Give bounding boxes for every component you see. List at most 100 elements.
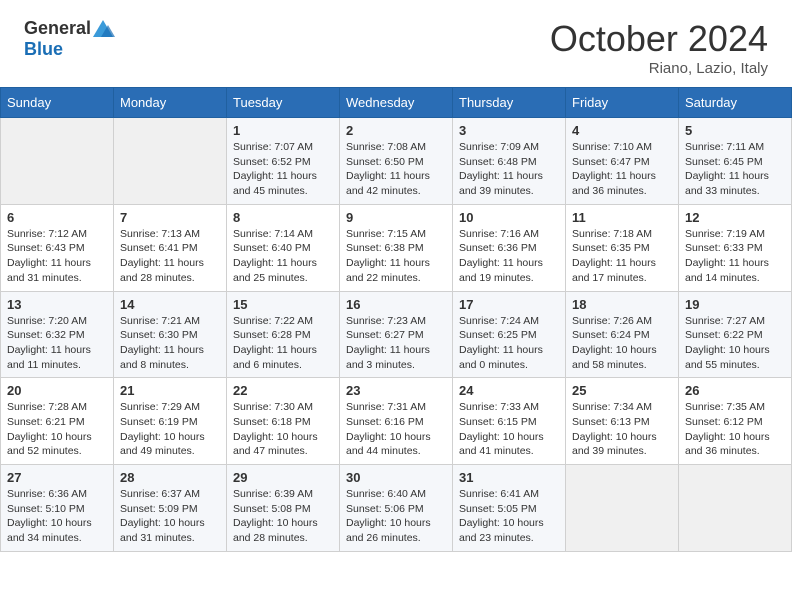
calendar-cell: 1 Sunrise: 7:07 AM Sunset: 6:52 PM Daylig…	[227, 118, 340, 205]
day-info: Sunrise: 6:40 AM Sunset: 5:06 PM Dayligh…	[346, 487, 446, 546]
calendar-cell: 8Sunrise: 7:14 AM Sunset: 6:40 PM Daylig…	[227, 204, 340, 291]
day-info: Sunrise: 6:36 AM Sunset: 5:10 PM Dayligh…	[7, 487, 107, 546]
day-info: Sunrise: 7:08 AM Sunset: 6:50 PM Dayligh…	[346, 140, 446, 199]
day-info: Sunrise: 7:07 AM Sunset: 6:52 PM Dayligh…	[233, 140, 333, 199]
day-number: 11	[572, 210, 672, 225]
day-info: Sunrise: 7:18 AM Sunset: 6:35 PM Dayligh…	[572, 227, 672, 286]
calendar-cell: 11 Sunrise: 7:18 AM Sunset: 6:35 PM Dayli…	[566, 204, 679, 291]
logo: General Blue	[24, 18, 115, 60]
calendar-table: SundayMondayTuesdayWednesdayThursdayFrid…	[0, 87, 792, 552]
day-number: 18	[572, 297, 672, 312]
day-number: 30	[346, 470, 446, 485]
day-number: 14	[120, 297, 220, 312]
calendar-cell: 12 Sunrise: 7:19 AM Sunset: 6:33 PM Dayli…	[679, 204, 792, 291]
day-number: 21	[120, 383, 220, 398]
day-number: 13	[7, 297, 107, 312]
calendar-cell: 10 Sunrise: 7:16 AM Sunset: 6:36 PM Dayli…	[453, 204, 566, 291]
day-info: Sunrise: 7:23 AM Sunset: 6:27 PM Dayligh…	[346, 314, 446, 373]
day-info: Sunrise: 7:21 AM Sunset: 6:30 PM Dayligh…	[120, 314, 220, 373]
weekday-header: Thursday	[453, 88, 566, 118]
calendar-cell	[566, 465, 679, 552]
weekday-header: Sunday	[1, 88, 114, 118]
day-number: 24	[459, 383, 559, 398]
day-info: Sunrise: 7:35 AM Sunset: 6:12 PM Dayligh…	[685, 400, 785, 459]
day-info: Sunrise: 7:33 AM Sunset: 6:15 PM Dayligh…	[459, 400, 559, 459]
day-info: Sunrise: 7:28 AM Sunset: 6:21 PM Dayligh…	[7, 400, 107, 459]
day-number: 3	[459, 123, 559, 138]
day-number: 25	[572, 383, 672, 398]
calendar-cell: 2 Sunrise: 7:08 AM Sunset: 6:50 PM Daylig…	[340, 118, 453, 205]
calendar-cell	[114, 118, 227, 205]
calendar-cell: 28 Sunrise: 6:37 AM Sunset: 5:09 PM Dayli…	[114, 465, 227, 552]
weekday-header: Tuesday	[227, 88, 340, 118]
day-info: Sunrise: 7:22 AM Sunset: 6:28 PM Dayligh…	[233, 314, 333, 373]
day-number: 10	[459, 210, 559, 225]
calendar-week-row: 6 Sunrise: 7:12 AM Sunset: 6:43 PM Daylig…	[1, 204, 792, 291]
title-section: October 2024 Riano, Lazio, Italy	[550, 18, 768, 77]
day-number: 2	[346, 123, 446, 138]
day-number: 15	[233, 297, 333, 312]
calendar-cell: 17 Sunrise: 7:24 AM Sunset: 6:25 PM Dayli…	[453, 291, 566, 378]
day-number: 27	[7, 470, 107, 485]
calendar-cell: 26 Sunrise: 7:35 AM Sunset: 6:12 PM Dayli…	[679, 378, 792, 465]
weekday-header: Friday	[566, 88, 679, 118]
calendar-cell: 6 Sunrise: 7:12 AM Sunset: 6:43 PM Daylig…	[1, 204, 114, 291]
calendar-cell: 27 Sunrise: 6:36 AM Sunset: 5:10 PM Dayli…	[1, 465, 114, 552]
day-number: 20	[7, 383, 107, 398]
calendar-cell: 9 Sunrise: 7:15 AM Sunset: 6:38 PM Daylig…	[340, 204, 453, 291]
day-number: 12	[685, 210, 785, 225]
day-info: Sunrise: 7:20 AM Sunset: 6:32 PM Dayligh…	[7, 314, 107, 373]
day-number: 9	[346, 210, 446, 225]
day-number: 8	[233, 210, 333, 225]
calendar-cell	[679, 465, 792, 552]
calendar-cell: 20 Sunrise: 7:28 AM Sunset: 6:21 PM Dayli…	[1, 378, 114, 465]
day-info: Sunrise: 7:12 AM Sunset: 6:43 PM Dayligh…	[7, 227, 107, 286]
day-number: 16	[346, 297, 446, 312]
logo-general: General	[24, 18, 91, 39]
day-number: 7	[120, 210, 220, 225]
calendar-cell: 14 Sunrise: 7:21 AM Sunset: 6:30 PM Dayli…	[114, 291, 227, 378]
weekday-header-row: SundayMondayTuesdayWednesdayThursdayFrid…	[1, 88, 792, 118]
day-info: Sunrise: 7:31 AM Sunset: 6:16 PM Dayligh…	[346, 400, 446, 459]
day-info: Sunrise: 7:16 AM Sunset: 6:36 PM Dayligh…	[459, 227, 559, 286]
weekday-header: Monday	[114, 88, 227, 118]
calendar-cell: 24 Sunrise: 7:33 AM Sunset: 6:15 PM Dayli…	[453, 378, 566, 465]
day-info: Sunrise: 7:13 AM Sunset: 6:41 PM Dayligh…	[120, 227, 220, 286]
calendar-cell: 22 Sunrise: 7:30 AM Sunset: 6:18 PM Dayli…	[227, 378, 340, 465]
day-number: 26	[685, 383, 785, 398]
day-info: Sunrise: 7:30 AM Sunset: 6:18 PM Dayligh…	[233, 400, 333, 459]
day-info: Sunrise: 7:27 AM Sunset: 6:22 PM Dayligh…	[685, 314, 785, 373]
calendar-cell: 18 Sunrise: 7:26 AM Sunset: 6:24 PM Dayli…	[566, 291, 679, 378]
day-number: 22	[233, 383, 333, 398]
day-info: Sunrise: 7:24 AM Sunset: 6:25 PM Dayligh…	[459, 314, 559, 373]
calendar-cell	[1, 118, 114, 205]
calendar-cell: 21 Sunrise: 7:29 AM Sunset: 6:19 PM Dayli…	[114, 378, 227, 465]
day-number: 23	[346, 383, 446, 398]
day-info: Sunrise: 7:11 AM Sunset: 6:45 PM Dayligh…	[685, 140, 785, 199]
calendar-week-row: 1 Sunrise: 7:07 AM Sunset: 6:52 PM Daylig…	[1, 118, 792, 205]
day-info: Sunrise: 7:19 AM Sunset: 6:33 PM Dayligh…	[685, 227, 785, 286]
calendar-week-row: 13 Sunrise: 7:20 AM Sunset: 6:32 PM Dayli…	[1, 291, 792, 378]
calendar-cell: 3Sunrise: 7:09 AM Sunset: 6:48 PM Daylig…	[453, 118, 566, 205]
calendar-cell: 19 Sunrise: 7:27 AM Sunset: 6:22 PM Dayli…	[679, 291, 792, 378]
day-info: Sunrise: 7:34 AM Sunset: 6:13 PM Dayligh…	[572, 400, 672, 459]
day-number: 6	[7, 210, 107, 225]
day-info: Sunrise: 6:37 AM Sunset: 5:09 PM Dayligh…	[120, 487, 220, 546]
day-number: 31	[459, 470, 559, 485]
calendar-cell: 30 Sunrise: 6:40 AM Sunset: 5:06 PM Dayli…	[340, 465, 453, 552]
day-number: 17	[459, 297, 559, 312]
day-info: Sunrise: 7:15 AM Sunset: 6:38 PM Dayligh…	[346, 227, 446, 286]
month-title: October 2024	[550, 18, 768, 60]
day-info: Sunrise: 7:29 AM Sunset: 6:19 PM Dayligh…	[120, 400, 220, 459]
day-info: Sunrise: 6:41 AM Sunset: 5:05 PM Dayligh…	[459, 487, 559, 546]
day-info: Sunrise: 7:26 AM Sunset: 6:24 PM Dayligh…	[572, 314, 672, 373]
page-header: General Blue October 2024 Riano, Lazio, …	[0, 0, 792, 87]
calendar-cell: 7 Sunrise: 7:13 AM Sunset: 6:41 PM Daylig…	[114, 204, 227, 291]
day-number: 1	[233, 123, 333, 138]
calendar-cell: 13 Sunrise: 7:20 AM Sunset: 6:32 PM Dayli…	[1, 291, 114, 378]
day-number: 19	[685, 297, 785, 312]
day-info: Sunrise: 7:10 AM Sunset: 6:47 PM Dayligh…	[572, 140, 672, 199]
day-number: 28	[120, 470, 220, 485]
day-info: Sunrise: 6:39 AM Sunset: 5:08 PM Dayligh…	[233, 487, 333, 546]
calendar-week-row: 27 Sunrise: 6:36 AM Sunset: 5:10 PM Dayli…	[1, 465, 792, 552]
